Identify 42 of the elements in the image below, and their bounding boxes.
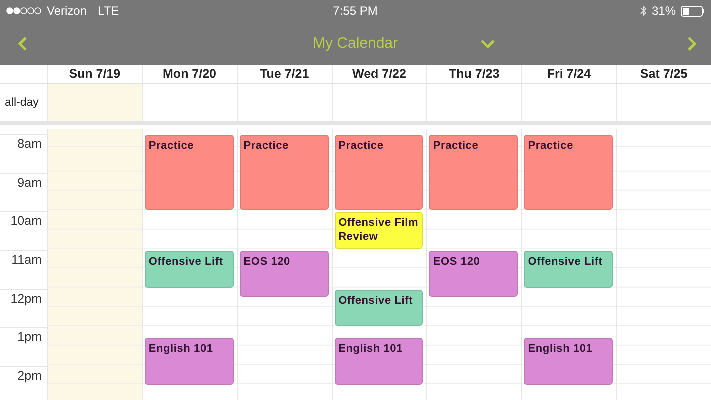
hour-label: 11am <box>12 253 42 270</box>
hour-label: 1pm <box>18 330 42 346</box>
previous-button[interactable] <box>18 36 28 52</box>
day-header: Wed 7/22 <box>332 65 426 83</box>
day-header: Sun 7/19 <box>47 65 142 83</box>
all-day-label: all-day <box>4 96 40 108</box>
day-header: Fri 7/24 <box>521 65 616 83</box>
calendar-event[interactable]: Offensive Film Review <box>334 212 424 250</box>
calendar-event[interactable]: Practice <box>240 135 329 210</box>
hour-label: 9am <box>18 176 42 192</box>
all-day-cell[interactable] <box>47 84 142 121</box>
calendar-event[interactable]: Practice <box>429 135 518 210</box>
day-header: Thu 7/23 <box>426 65 522 83</box>
hour-label: 8am <box>18 137 42 153</box>
calendar-event[interactable]: English 101 <box>524 338 614 385</box>
bluetooth-icon <box>640 5 647 17</box>
day-header: Sat 7/25 <box>616 65 711 83</box>
calendar-event[interactable]: Offensive Lift <box>334 290 424 326</box>
calendar-event[interactable]: English 101 <box>144 338 234 385</box>
clock: 7:55 PM <box>333 4 378 18</box>
hour-label: 12pm <box>10 292 42 308</box>
network-type: LTE <box>98 4 120 18</box>
battery-icon <box>681 6 705 16</box>
all-day-cell[interactable] <box>332 84 426 121</box>
calendar-event[interactable]: Practice <box>144 135 234 210</box>
chevron-down-icon[interactable] <box>480 38 496 48</box>
hour-label: 10am <box>10 214 42 230</box>
calendar-event[interactable]: Offensive Lift <box>524 251 614 288</box>
calendar-event[interactable]: Practice <box>524 135 614 210</box>
next-button[interactable] <box>687 36 697 52</box>
calendar-event[interactable]: EOS 120 <box>429 251 518 298</box>
day-header: Mon 7/20 <box>142 65 237 83</box>
calendar-event[interactable]: EOS 120 <box>240 251 329 298</box>
all-day-cell[interactable] <box>426 84 522 121</box>
hour-label: 2pm <box>18 369 42 386</box>
signal-icon <box>6 7 42 15</box>
calendar-event[interactable]: Practice <box>334 135 424 210</box>
carrier: Verizon <box>47 4 88 18</box>
day-header: Tue 7/21 <box>236 65 332 83</box>
calendar-event[interactable]: English 101 <box>334 338 424 384</box>
calendar-event[interactable]: Offensive Lift <box>144 251 234 288</box>
battery-percent: 31% <box>652 4 676 18</box>
